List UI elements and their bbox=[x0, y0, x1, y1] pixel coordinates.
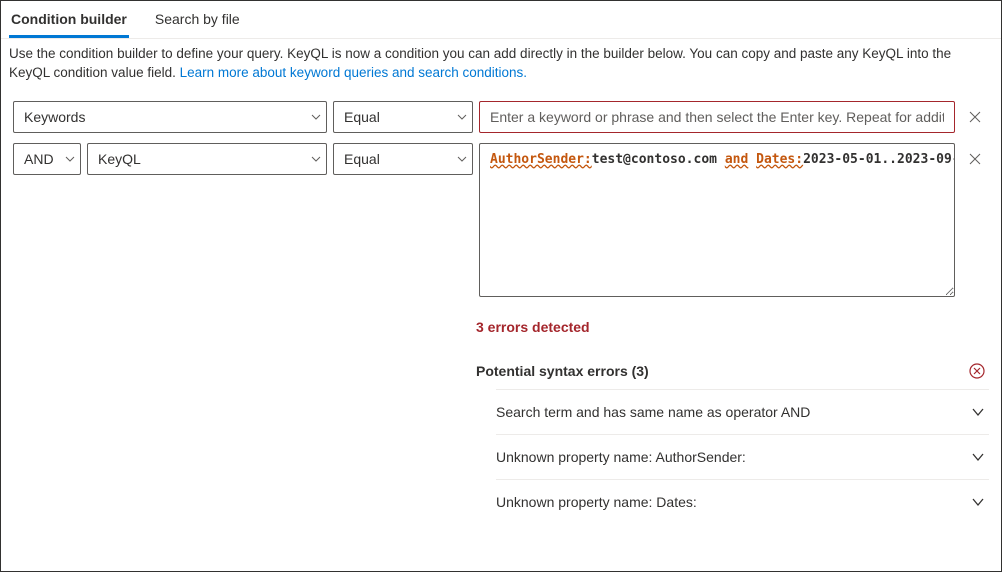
error-item[interactable]: Unknown property name: AuthorSender: bbox=[496, 434, 989, 479]
keyql-value-textarea[interactable]: AuthorSender:test@contoso.com and Dates:… bbox=[479, 143, 955, 297]
keyql-token-space bbox=[748, 152, 756, 167]
chevron-down-icon bbox=[456, 153, 468, 165]
error-text: Unknown property name: AuthorSender: bbox=[496, 449, 746, 465]
conditions-area: Keywords Equal AND KeyQL Equal AuthorSen… bbox=[1, 91, 1001, 307]
keywords-value-input[interactable] bbox=[479, 101, 955, 133]
keyql-token-and: and bbox=[725, 152, 748, 167]
chevron-down-icon bbox=[310, 111, 322, 123]
error-text: Search term and has same name as operato… bbox=[496, 404, 810, 420]
operator-select-equal[interactable]: Equal bbox=[333, 101, 473, 133]
tab-condition-builder[interactable]: Condition builder bbox=[9, 7, 129, 38]
chevron-down-icon bbox=[456, 111, 468, 123]
field-select-keyql[interactable]: KeyQL bbox=[87, 143, 327, 175]
errors-section: 3 errors detected Potential syntax error… bbox=[476, 307, 1001, 524]
errors-count-header: 3 errors detected bbox=[476, 307, 989, 353]
close-icon bbox=[968, 152, 982, 166]
close-icon bbox=[968, 110, 982, 124]
keyql-token-email: test@contoso.com bbox=[592, 152, 725, 167]
keyql-token-authorsender: AuthorSender: bbox=[490, 152, 592, 167]
tab-search-by-file[interactable]: Search by file bbox=[153, 7, 242, 38]
chevron-down-icon bbox=[971, 450, 985, 464]
tabs-bar: Condition builder Search by file bbox=[1, 1, 1001, 39]
operator-select-label: Equal bbox=[344, 109, 380, 125]
learn-more-link[interactable]: Learn more about keyword queries and sea… bbox=[180, 65, 527, 80]
syntax-errors-label: Potential syntax errors (3) bbox=[476, 363, 649, 379]
logic-select-label: AND bbox=[24, 151, 54, 167]
operator-select-equal-2[interactable]: Equal bbox=[333, 143, 473, 175]
syntax-errors-group[interactable]: Potential syntax errors (3) bbox=[476, 353, 989, 389]
chevron-down-icon bbox=[310, 153, 322, 165]
condition-row-2: AND KeyQL Equal AuthorSender:test@contos… bbox=[13, 143, 989, 297]
chevron-down-icon bbox=[971, 495, 985, 509]
field-select-label: KeyQL bbox=[98, 151, 141, 167]
operator-select-label: Equal bbox=[344, 151, 380, 167]
error-item[interactable]: Search term and has same name as operato… bbox=[496, 389, 989, 434]
keyql-token-dates: Dates: bbox=[756, 152, 803, 167]
remove-row-button[interactable] bbox=[961, 101, 989, 133]
field-select-label: Keywords bbox=[24, 109, 85, 125]
field-select-keywords[interactable]: Keywords bbox=[13, 101, 327, 133]
condition-row-1: Keywords Equal bbox=[13, 101, 989, 133]
remove-row-button[interactable] bbox=[961, 143, 989, 175]
chevron-down-icon bbox=[971, 405, 985, 419]
logic-select-and[interactable]: AND bbox=[13, 143, 81, 175]
error-text: Unknown property name: Dates: bbox=[496, 494, 697, 510]
chevron-down-icon bbox=[64, 153, 76, 165]
error-circle-icon bbox=[969, 363, 985, 379]
description-text: Use the condition builder to define your… bbox=[1, 39, 1001, 91]
error-item[interactable]: Unknown property name: Dates: bbox=[496, 479, 989, 524]
keyql-content: AuthorSender:test@contoso.com and Dates:… bbox=[490, 152, 955, 167]
keyql-token-daterange: 2023-05-01..2023-09-30 bbox=[803, 152, 955, 167]
